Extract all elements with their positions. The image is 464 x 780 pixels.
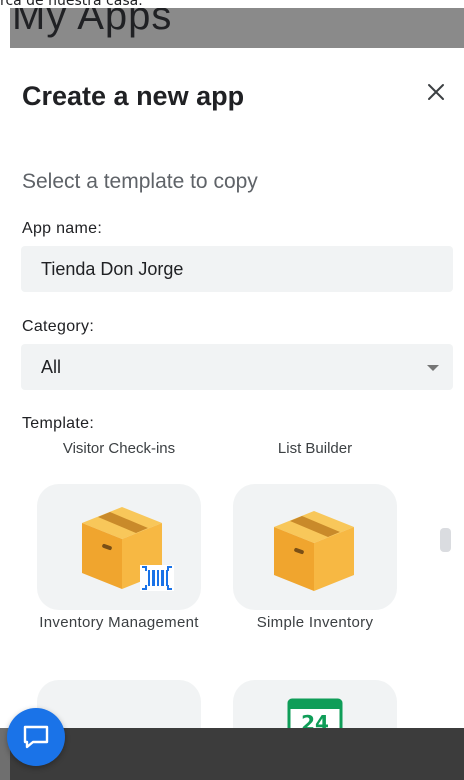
- dialog-subtitle: Select a template to copy: [22, 170, 258, 193]
- dropdown-caret-icon: [427, 365, 439, 371]
- template-tile-partial-left[interactable]: [37, 680, 201, 728]
- close-icon: [428, 84, 444, 100]
- app-name-label: App name:: [22, 220, 103, 237]
- chat-fab-button[interactable]: [7, 708, 65, 766]
- template-label-simple-inventory: Simple Inventory: [256, 614, 374, 631]
- template-name-visitor-check-ins[interactable]: Visitor Check-ins: [34, 440, 204, 457]
- inventory-box-barcode-icon: [82, 507, 174, 591]
- dialog-title: Create a new app: [22, 81, 245, 111]
- category-select[interactable]: All: [21, 344, 453, 390]
- template-scrollbar-thumb[interactable]: [440, 528, 451, 552]
- inventory-box-icon: [274, 511, 354, 591]
- template-tile-inventory-management[interactable]: [37, 484, 201, 610]
- create-app-dialog: Create a new app Select a template to co…: [0, 48, 464, 728]
- background-page-title: My Apps: [12, 8, 173, 38]
- template-tile-partial-right[interactable]: 24: [233, 680, 397, 728]
- template-label-inventory-management: Inventory Management: [39, 614, 199, 631]
- template-label: Template:: [22, 415, 95, 432]
- bottom-bar: [10, 728, 464, 780]
- background-header: My Apps: [10, 8, 464, 48]
- template-tile-simple-inventory[interactable]: [233, 484, 397, 610]
- chat-bubble-icon: [23, 725, 49, 749]
- calendar-badge-text: 24: [301, 711, 329, 728]
- calendar-24-icon: 24: [287, 698, 343, 728]
- app-name-input[interactable]: [21, 246, 453, 292]
- template-name-list-builder[interactable]: List Builder: [230, 440, 400, 457]
- category-label: Category:: [22, 318, 95, 335]
- category-selected-value: All: [41, 356, 62, 377]
- close-button[interactable]: [420, 76, 452, 108]
